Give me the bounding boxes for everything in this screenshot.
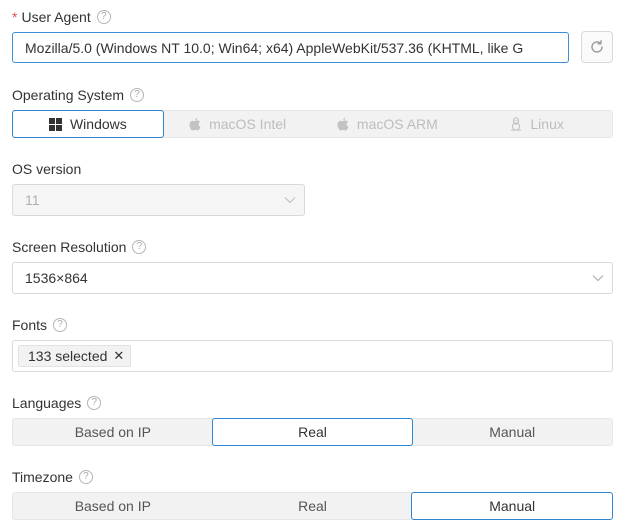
languages-option-manual[interactable]: Manual [412, 419, 612, 445]
linux-icon [511, 117, 522, 131]
windows-icon [48, 117, 62, 131]
chevron-down-icon [584, 274, 612, 282]
os-option-windows[interactable]: Windows [12, 110, 164, 138]
help-icon[interactable]: ? [96, 10, 111, 24]
refresh-user-agent-button[interactable] [581, 31, 613, 63]
operating-system-label: Operating System ? [12, 85, 145, 105]
os-option-linux[interactable]: Linux [462, 111, 612, 137]
user-agent-label-text: User Agent [21, 9, 91, 25]
apple-icon [189, 117, 201, 131]
apple-icon [337, 117, 349, 131]
languages-option-real[interactable]: Real [211, 418, 414, 446]
screen-resolution-value: 1536×864 [25, 270, 88, 286]
os-version-select[interactable]: 11 [12, 184, 305, 216]
chevron-down-icon [276, 196, 304, 204]
timezone-selector: Based on IP Real Manual [12, 492, 614, 520]
operating-system-selector: Windows macOS Intel macOS ARM Linux [12, 110, 613, 138]
required-mark: * [12, 9, 18, 25]
help-icon[interactable]: ? [87, 396, 102, 410]
help-icon[interactable]: ? [78, 470, 93, 484]
os-option-macos-intel[interactable]: macOS Intel [163, 111, 313, 137]
languages-selector: Based on IP Real Manual [12, 418, 613, 446]
os-option-macos-arm[interactable]: macOS ARM [313, 111, 463, 137]
languages-option-based-on-ip[interactable]: Based on IP [13, 419, 213, 445]
close-icon[interactable]: ✕ [113, 348, 124, 364]
timezone-option-manual[interactable]: Manual [411, 492, 614, 520]
help-icon[interactable]: ? [53, 318, 68, 332]
screen-resolution-select[interactable]: 1536×864 [12, 262, 613, 294]
help-icon[interactable]: ? [132, 240, 147, 254]
languages-label: Languages ? [12, 393, 102, 413]
fonts-selected-tag: 133 selected ✕ [18, 345, 132, 367]
timezone-label: Timezone ? [12, 467, 93, 487]
user-agent-input[interactable]: Mozilla/5.0 (Windows NT 10.0; Win64; x64… [12, 32, 569, 63]
os-version-value: 11 [25, 192, 40, 208]
user-agent-value: Mozilla/5.0 (Windows NT 10.0; Win64; x64… [25, 39, 524, 56]
os-version-label: OS version [12, 161, 82, 177]
help-icon[interactable]: ? [130, 88, 145, 102]
operating-system-label-text: Operating System [12, 87, 125, 103]
timezone-option-based-on-ip[interactable]: Based on IP [13, 493, 213, 519]
user-agent-label: * User Agent ? [12, 7, 111, 27]
timezone-option-real[interactable]: Real [213, 493, 413, 519]
fonts-label: Fonts ? [12, 315, 68, 335]
screen-resolution-label: Screen Resolution ? [12, 237, 147, 257]
fonts-select[interactable]: 133 selected ✕ [12, 340, 613, 372]
refresh-icon [591, 40, 603, 53]
